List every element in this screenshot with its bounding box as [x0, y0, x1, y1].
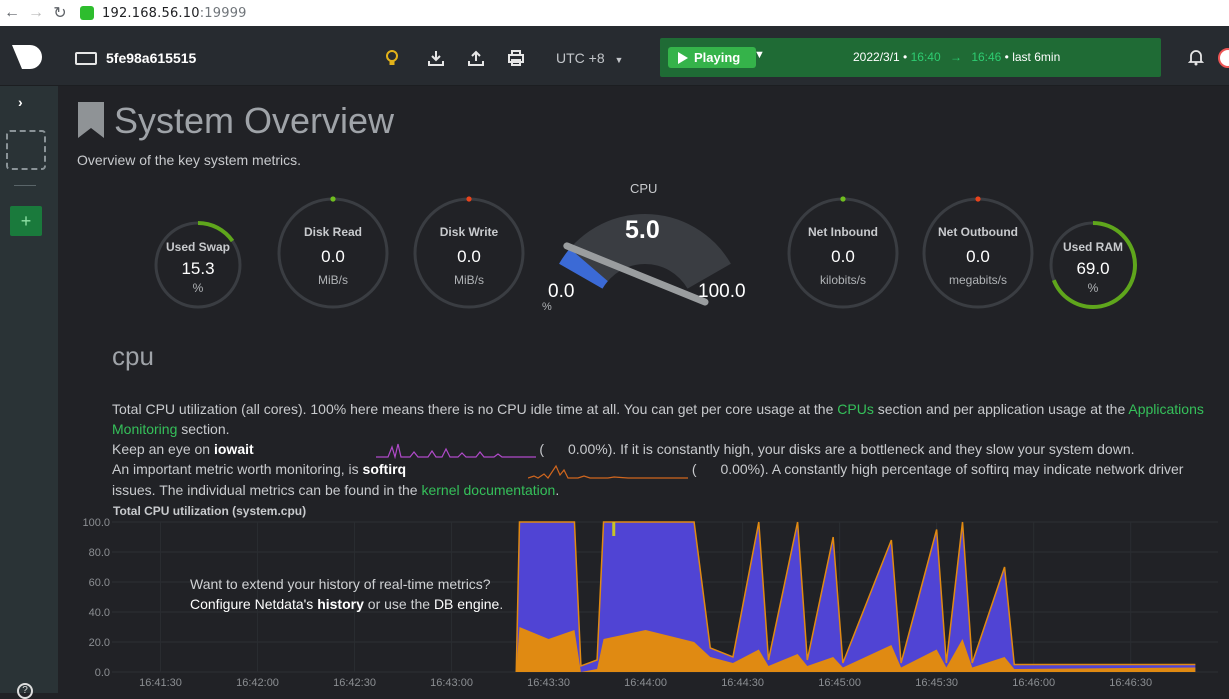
gauge-label: Disk Write [439, 225, 499, 239]
download-icon[interactable] [426, 48, 446, 68]
node-icon [75, 52, 97, 65]
y-tick-label: 80.0 [89, 547, 110, 559]
x-tick-label: 16:46:00 [1012, 677, 1055, 689]
gauge-indicator-dot [466, 196, 472, 202]
chevron-down-icon: ▼ [614, 55, 624, 65]
cpu-gauge-title: CPU [630, 181, 658, 196]
x-tick-label: 16:45:00 [818, 677, 861, 689]
cpu-gauge-max: 100.0 [698, 281, 746, 302]
x-tick-label: 16:44:30 [721, 677, 764, 689]
page-title: System Overview [114, 100, 395, 141]
sidebar-divider [14, 185, 36, 186]
gauge-disk-read[interactable]: Disk Read 0.0 MiB/s [275, 195, 391, 311]
gauge-used-swap[interactable]: Used Swap 15.3% [152, 219, 244, 311]
back-icon[interactable]: ← [0, 1, 24, 25]
forward-icon[interactable]: → [24, 1, 48, 25]
gauge-value: 0.0 [966, 247, 990, 266]
y-tick-label: 60.0 [89, 577, 110, 589]
x-tick-label: 16:41:30 [139, 677, 182, 689]
gauge-indicator-dot [975, 196, 981, 202]
x-tick-label: 16:42:00 [236, 677, 279, 689]
gauge-unit: % [192, 281, 204, 295]
browser-bar: ← → ↻ 192.168.56.10:19999 [0, 0, 1229, 26]
gauge-label: Used Swap [165, 240, 231, 254]
gauge-unit: MiB/s [318, 273, 348, 287]
play-icon [678, 51, 688, 64]
timezone-selector[interactable]: UTC +8 ▼ [556, 50, 623, 66]
app-topbar: 5fe98a615515 UTC +8 ▼ Playing ▼ 2022/3/1… [0, 26, 1229, 86]
play-chevron-down-icon[interactable]: ▼ [754, 49, 765, 61]
gauge-unit: % [1087, 281, 1099, 295]
gauge-disk-write[interactable]: Disk Write 0.0 MiB/s [411, 195, 527, 311]
plus-icon: + [20, 210, 32, 231]
cpu-description: Total CPU utilization (all cores). 100% … [112, 401, 1204, 498]
db-engine-link[interactable]: DB engine [434, 596, 499, 612]
arrow-right-icon: → [949, 50, 962, 64]
x-tick-label: 16:46:30 [1109, 677, 1152, 689]
x-tick-label: 16:43:00 [430, 677, 473, 689]
softirq-sparkline[interactable] [527, 462, 688, 480]
y-tick-label: 20.0 [89, 637, 110, 649]
node-name[interactable]: 5fe98a615515 [106, 50, 196, 66]
gauge-label: Disk Read [303, 225, 363, 239]
iowait-sparkline[interactable] [375, 441, 536, 460]
gauge-value: 0.0 [831, 247, 855, 266]
gauge-value: 15.3 [181, 259, 215, 278]
gauge-unit: kilobits/s [819, 273, 866, 287]
help-icon[interactable]: ? [17, 683, 33, 699]
upload-icon[interactable] [466, 48, 486, 68]
netdata-logo-icon[interactable] [10, 43, 44, 71]
cpu-gauge-min: 0.0 [548, 281, 575, 302]
gauge-used-ram[interactable]: Used RAM 69.0% [1047, 219, 1139, 311]
history-message: Want to extend your history of real-time… [190, 576, 504, 612]
bookmark-icon [78, 102, 104, 138]
iowait-value: 0.00% [568, 441, 608, 457]
print-icon[interactable] [506, 48, 526, 68]
reload-icon[interactable]: ↻ [48, 1, 72, 25]
x-tick-label: 16:42:30 [333, 677, 376, 689]
site-info-icon[interactable] [80, 6, 94, 20]
time-range-text[interactable]: 2022/3/1 • 16:40 → 16:46 • last 6min [853, 50, 1060, 64]
add-space-button[interactable]: + [10, 206, 42, 236]
gauge-unit: megabits/s [948, 273, 1008, 287]
date-time-picker[interactable]: Playing ▼ 2022/3/1 • 16:40 → 16:46 • las… [660, 38, 1161, 77]
url-text[interactable]: 192.168.56.10:19999 [102, 6, 247, 21]
gauge-indicator-dot [330, 196, 336, 202]
space-placeholder[interactable] [6, 130, 46, 170]
x-tick-label: 16:43:30 [527, 677, 570, 689]
gauge-indicator-dot [840, 196, 846, 202]
gauge-value: 69.0 [1076, 259, 1110, 278]
gauge-value: 0.0 [457, 247, 481, 266]
chevron-right-icon[interactable]: › [18, 94, 23, 110]
gauge-label: Used RAM [1062, 240, 1123, 254]
series-iowait-mark [612, 522, 616, 536]
x-tick-label: 16:44:00 [624, 677, 667, 689]
y-tick-label: 100.0 [82, 517, 110, 529]
address-bar[interactable]: 192.168.56.10:19999 [80, 6, 247, 21]
sidebar: › + ? [0, 86, 58, 699]
gauge-net-outbound[interactable]: Net Outbound 0.0 megabits/s [920, 195, 1036, 311]
cpu-gauge-unit: % [542, 301, 552, 313]
avatar[interactable] [1218, 48, 1229, 68]
history-link[interactable]: history [317, 596, 364, 612]
cpu-gauge-value: 5.0 [625, 216, 660, 244]
theme-bulb-icon[interactable] [382, 48, 402, 68]
gauge-net-inbound[interactable]: Net Inbound 0.0 kilobits/s [785, 195, 901, 311]
link-cpus[interactable]: CPUs [837, 401, 874, 417]
section-title-cpu: cpu [112, 341, 154, 371]
bell-icon[interactable] [1187, 48, 1205, 71]
link-kernel-documentation[interactable]: kernel documentation [421, 482, 555, 498]
softirq-value: 0.00% [720, 461, 761, 478]
y-tick-label: 0.0 [95, 667, 110, 679]
gauge-value: 0.0 [321, 247, 345, 266]
y-tick-label: 40.0 [89, 607, 110, 619]
dashboard-main: System Overview Overview of the key syst… [58, 86, 1229, 693]
gauge-label: Net Outbound [938, 225, 1018, 239]
page-subtitle: Overview of the key system metrics. [77, 152, 302, 168]
x-tick-label: 16:45:30 [915, 677, 958, 689]
gauge-label: Net Inbound [808, 225, 878, 239]
gauge-unit: MiB/s [454, 273, 484, 287]
play-button[interactable]: Playing [668, 47, 756, 68]
history-message-line1: Want to extend your history of real-time… [190, 576, 491, 592]
